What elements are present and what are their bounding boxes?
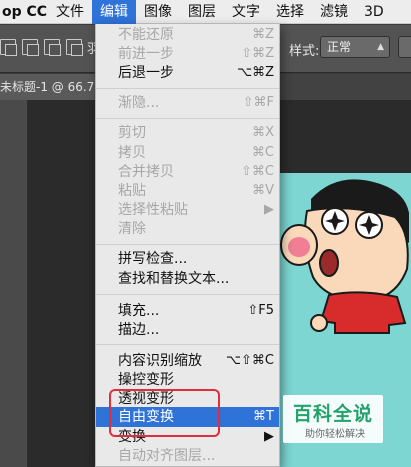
submenu-arrow-icon: ▶ [264,429,274,444]
menu-separator [96,244,279,245]
menu-filter[interactable]: 滤镜 [312,0,356,24]
width-field[interactable] [398,36,411,58]
menu-image[interactable]: 图像 [136,0,180,24]
menu-item-find-replace[interactable]: 查找和替换文本... [96,269,279,289]
menu-select[interactable]: 选择 [268,0,312,24]
menu-item-fade[interactable]: 渐隐... ⇧⌘F [96,93,279,113]
menu-item-copy-merged[interactable]: 合并拷贝 ⇧⌘C [96,162,279,182]
watermark-title: 百科全说 [293,403,374,425]
menu-item-clear[interactable]: 清除 [96,219,279,239]
menubar: op CC 文件 编辑 图像 图层 文字 选择 滤镜 3D [0,0,411,24]
menu-item-content-aware-scale[interactable]: 内容识别缩放 ⌥⇧⌘C [96,351,279,371]
watermark-logo: 百科全说 助你轻松解决 [283,395,383,443]
subtract-selection-icon[interactable] [44,39,61,56]
menu-separator [96,344,279,345]
menu-item-fill[interactable]: 填充... ⇧F5 [96,301,279,321]
style-label: 样式: [289,44,320,59]
shortcut-label: ⇧F5 [247,303,274,318]
menu-item-step-forward[interactable]: 前进一步 ⇧⌘Z [96,44,279,64]
add-to-selection-icon[interactable] [22,39,39,56]
menu-item-undo[interactable]: 不能还原 ⌘Z [96,25,279,45]
style-select[interactable]: 正常 ▲ [320,36,390,58]
shortcut-label: ⇧⌘F [242,95,274,110]
shortcut-label: ⇧⌘C [241,164,274,179]
menu-item-copy[interactable]: 拷贝 ⌘C [96,143,279,163]
intersect-selection-icon[interactable] [66,39,83,56]
menu-edit[interactable]: 编辑 [92,0,136,24]
menu-separator [96,118,279,119]
shortcut-label: ⌘V [252,183,274,198]
menu-layer[interactable]: 图层 [180,0,224,24]
menu-item-step-backward[interactable]: 后退一步 ⌥⌘Z [96,63,279,83]
menu-item-paste-special[interactable]: 选择性粘贴 ▶ [96,200,279,220]
menu-item-spell-check[interactable]: 拼写检查... [96,249,279,269]
menu-item-auto-align-layers[interactable]: 自动对齐图层... [96,446,279,466]
document-tab[interactable]: 未标题-1 @ 66.7% [0,74,100,100]
app-name[interactable]: op CC [0,4,48,20]
tools-panel [0,100,28,467]
menu-separator [96,88,279,89]
style-select-value: 正常 [327,40,352,54]
shortcut-label: ⇧⌘Z [241,46,274,61]
menu-file[interactable]: 文件 [48,0,92,24]
menu-item-paste[interactable]: 粘贴 ⌘V [96,181,279,201]
menu-item-puppet-warp[interactable]: 操控变形 [96,370,279,390]
select-arrows-icon: ▲ [377,42,384,52]
submenu-arrow-icon: ▶ [264,202,274,217]
menu-type[interactable]: 文字 [224,0,268,24]
shortcut-label: ⌘C [251,145,274,160]
highlight-annotation-box [109,389,220,437]
shortcut-label: ⌥⌘Z [237,65,274,80]
menu-3d[interactable]: 3D [356,0,392,24]
watermark-subtitle: 助你轻松解决 [305,429,365,440]
shortcut-label: ⌘X [252,125,274,140]
menu-item-cut[interactable]: 剪切 ⌘X [96,123,279,143]
new-selection-icon[interactable] [0,39,17,56]
menu-separator [96,294,279,295]
menu-item-stroke[interactable]: 描边... [96,320,279,340]
shortcut-label: ⌘Z [252,27,274,42]
shortcut-label: ⌘T [253,409,274,424]
shortcut-label: ⌥⇧⌘C [226,353,274,368]
